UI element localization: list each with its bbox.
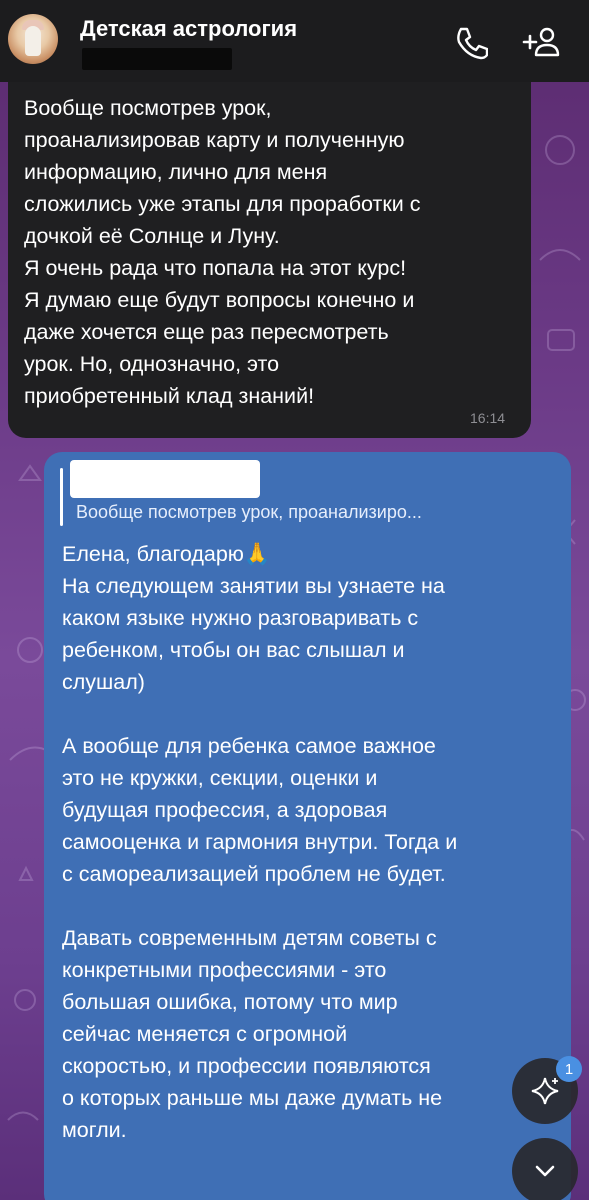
- quoted-message-text[interactable]: Вообще посмотрев урок, проанализиро...: [76, 502, 536, 523]
- redacted-subtitle: [82, 48, 232, 70]
- incoming-message-text: Вообще посмотрев урок, проанализировав к…: [24, 96, 421, 408]
- chat-title[interactable]: Детская астрология: [80, 16, 297, 42]
- incoming-message-time: 16:14: [470, 410, 506, 426]
- redacted-quote-author: [70, 460, 260, 498]
- add-user-icon[interactable]: [516, 18, 564, 66]
- quote-bar: [60, 468, 63, 526]
- sparkle-icon: [531, 1077, 559, 1105]
- unread-badge: 1: [556, 1056, 582, 1082]
- chat-header: Детская астрология: [0, 0, 589, 82]
- avatar[interactable]: [8, 14, 58, 64]
- scroll-down-button[interactable]: [512, 1138, 578, 1200]
- phone-icon[interactable]: [446, 18, 494, 66]
- chevron-down-icon: [535, 1165, 555, 1177]
- outgoing-message-text: Елена, благодарю🙏 На следующем занятии в…: [62, 542, 458, 1142]
- avatar-figure: [25, 26, 41, 56]
